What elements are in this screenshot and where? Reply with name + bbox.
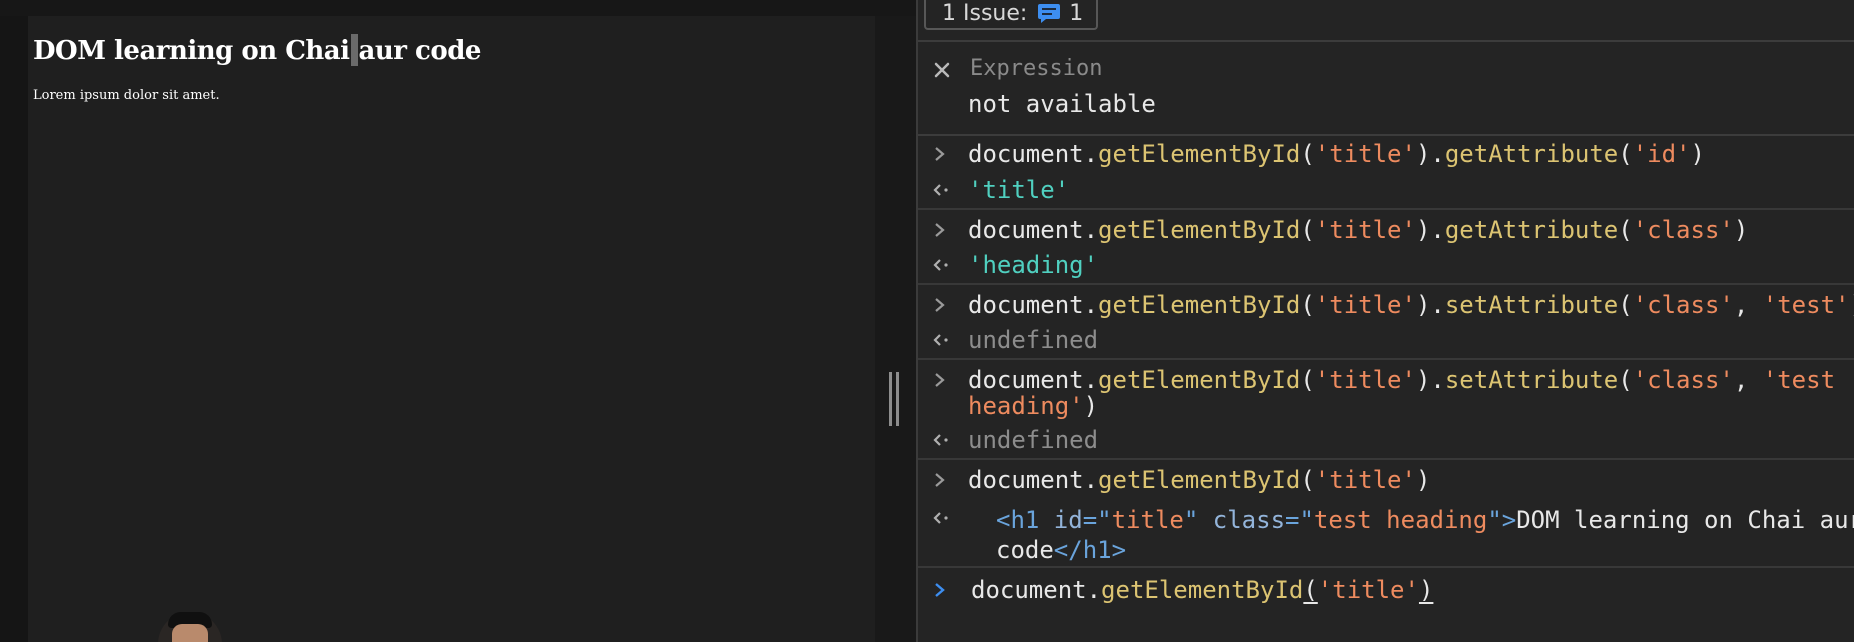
return-arrow-icon xyxy=(932,182,950,198)
viewport-right-edge xyxy=(875,16,916,642)
console-output-value: 'title' xyxy=(968,176,1070,204)
console-input-row[interactable]: document.getElementById('title').setAttr… xyxy=(918,366,1854,426)
viewport-top-strip xyxy=(0,0,916,16)
console-input-row[interactable]: document.getElementById('title').getAttr… xyxy=(918,216,1854,248)
console-output-row: 'title' xyxy=(918,176,1854,206)
text-cursor xyxy=(350,34,358,66)
issues-button[interactable]: 1 Issue: 1 xyxy=(924,0,1098,30)
console-output-element[interactable]: <h1 id="title" class="test heading">DOM … xyxy=(918,506,1854,566)
console-divider xyxy=(918,358,1854,360)
live-expression: Expression not available xyxy=(918,40,1854,136)
prompt-chevron-icon xyxy=(932,582,948,598)
console-output-value: undefined xyxy=(968,426,1099,454)
page-viewport: DOM learning on Chai aur code Lorem ipsum… xyxy=(0,0,916,642)
return-arrow-icon xyxy=(932,432,950,448)
page-heading-text-end: aur code xyxy=(358,36,482,66)
console-input-code: document.getElementById('title').getAttr… xyxy=(968,216,1749,244)
chevron-right-icon xyxy=(932,472,948,488)
page-paragraph: Lorem ipsum dolor sit amet. xyxy=(33,88,220,103)
chevron-right-icon xyxy=(932,297,948,313)
console-prompt[interactable]: document.getElementById('title') xyxy=(918,568,1854,642)
issues-label: 1 Issue: xyxy=(942,0,1028,26)
chevron-right-icon xyxy=(932,372,948,388)
console-input-code: document.getElementById('title').setAttr… xyxy=(968,291,1854,319)
console-divider xyxy=(918,208,1854,210)
return-arrow-icon xyxy=(932,510,950,526)
page-heading-text-start: DOM learning on Chai xyxy=(33,36,350,66)
page-heading[interactable]: DOM learning on Chai aur code xyxy=(33,34,481,66)
devtools-console-panel: 1 Issue: 1 Expression not available docu… xyxy=(916,0,1854,642)
chevron-right-icon xyxy=(932,146,948,162)
console-divider xyxy=(918,283,1854,285)
expression-value: not available xyxy=(968,90,1156,118)
panel-resize-handle[interactable] xyxy=(889,372,899,426)
issues-count: 1 xyxy=(1069,0,1084,26)
expression-input[interactable]: Expression xyxy=(970,56,1102,81)
element-node-line-continued: code</h1> xyxy=(996,536,1127,564)
console-input-code: document.getElementById('title').getAttr… xyxy=(968,140,1705,168)
element-node-line: <h1 id="title" class="test heading">DOM … xyxy=(996,506,1854,534)
console-divider xyxy=(918,458,1854,460)
console-input-row[interactable]: document.getElementById('title').setAttr… xyxy=(918,291,1854,323)
return-arrow-icon xyxy=(932,257,950,273)
chat-bubble-icon xyxy=(1037,2,1061,24)
console-input-row[interactable]: document.getElementById('title').getAttr… xyxy=(918,140,1854,172)
console-output-row: undefined xyxy=(918,426,1854,456)
console-output-row: 'heading' xyxy=(918,251,1854,281)
return-arrow-icon xyxy=(932,332,950,348)
chevron-right-icon xyxy=(932,222,948,238)
viewport-left-edge xyxy=(0,16,28,642)
issues-toolbar: 1 Issue: 1 xyxy=(918,0,1854,42)
page-canvas xyxy=(28,16,875,642)
console-input-code: document.getElementById('title') xyxy=(968,466,1431,494)
console-input-code: document.getElementById('title').setAttr… xyxy=(968,366,1836,394)
console-output-value: 'heading' xyxy=(968,251,1099,279)
console-prompt-input[interactable]: document.getElementById('title') xyxy=(971,576,1433,604)
console-input-code-continued: heading') xyxy=(968,392,1099,420)
console-output-value: undefined xyxy=(968,326,1099,354)
close-icon[interactable] xyxy=(932,60,952,80)
console-input-row[interactable]: document.getElementById('title') xyxy=(918,466,1854,498)
console-output-row: undefined xyxy=(918,326,1854,356)
